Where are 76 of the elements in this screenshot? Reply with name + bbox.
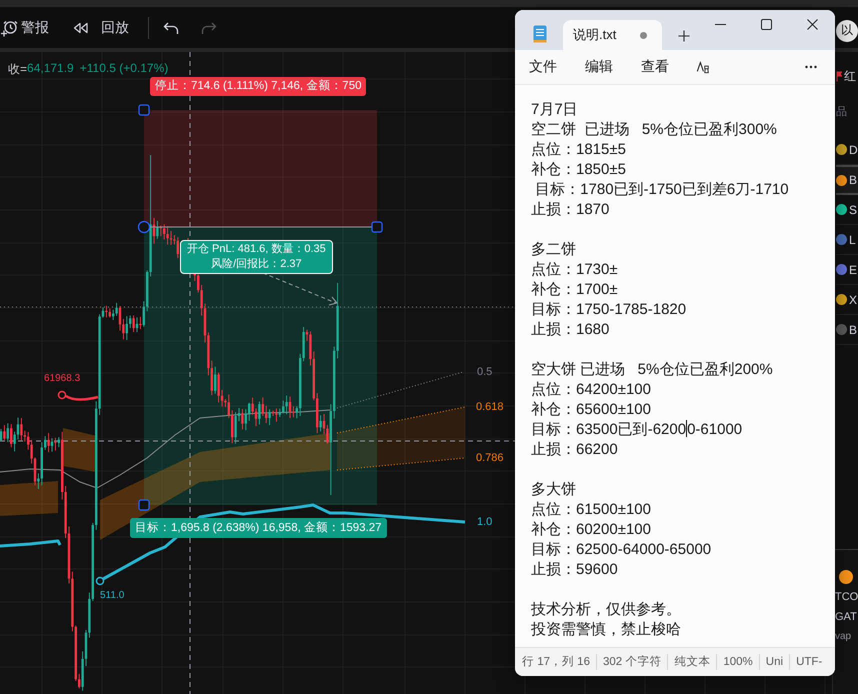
flag-icon [836,70,842,82]
legend-value: 64,171.9 [27,61,74,77]
close-icon [806,18,818,30]
watchlist-selector[interactable]: 红 [836,62,858,90]
redo-icon [201,20,217,34]
text-line: 点位：61500±100 [531,500,651,520]
text-line: 空大饼 已进场 5%仓位已盈利200% [531,360,773,380]
status-text: 纯文本 [667,654,716,670]
price-marker-label: 61968.3 [44,373,80,385]
status-text: 行 17，列 16 [521,654,591,670]
text-line: 止损：66200 [531,440,618,460]
legend-change: +110.5 (+0.17%) [80,61,168,77]
watchlist-row[interactable]: B [836,315,858,345]
price-marker-label: 511.0 [100,590,124,602]
undo-icon [163,20,179,34]
watchlist-row[interactable]: L [836,225,858,255]
take-profit-label: 目标：1,695.8 (2.638%) 16,958, 金额：1593.27 [130,518,387,538]
menu-item[interactable]: 编辑 [575,53,623,81]
document-tab[interactable]: 说明.txt [563,20,662,50]
position-info-label: 开仓 PnL: 481.6, 数量：0.35 风险/回报比：2.37 [180,240,333,274]
text-line: 止损：1870 [531,200,610,220]
alert-button[interactable]: 警报 [0,12,54,42]
text-line: 目标：1750-1785-1820 [531,300,686,320]
menu-item[interactable]: 查看 [631,53,679,81]
notepad-icon [533,25,547,43]
rewind-icon [73,20,89,34]
status-text: Uni [758,654,790,670]
symbol-text: GAT [835,610,857,624]
symbol-text: TCO [835,590,858,604]
text-line: 多二饼 [531,240,576,260]
fib-level-label: 0.786 [476,452,504,465]
font-format-icon [695,60,711,74]
text-line: 多大饼 [531,480,576,500]
marker-line [65,394,98,401]
maximize-icon [760,18,772,30]
fib-level-label: 0.5 [477,366,492,379]
resize-handle[interactable] [371,221,383,233]
alarm-clock-icon [0,18,18,36]
entry-handle[interactable] [138,220,150,234]
text-line: 目标：62500-64000-65000 [531,540,712,560]
fib-level-label: 0.618 [476,401,504,414]
text-line: 补仓：1850±5 [531,160,626,180]
text-line: 点位：64200±100 [531,380,651,400]
text-line: 补仓：1700± [531,280,618,300]
text-line: 技术分析，仅供参考。 [531,600,681,620]
legend-label: 收= [8,61,28,78]
coin-icon [839,570,853,584]
fib-level-label: 1.0 [477,516,492,529]
text-line: 目标：63500已到-62000-61000 [531,420,742,440]
plus-icon [678,30,690,42]
text-line: 空二饼 已进场 5%仓位已盈利300% [531,120,777,140]
resize-handle[interactable] [138,104,150,116]
column-header: 品 [836,105,848,120]
watchlist-row[interactable]: S [836,195,858,225]
profile-button[interactable]: 以 [836,20,858,42]
text-line: 点位：1730± [531,260,618,280]
text-line: 止损：59600 [531,560,618,580]
menu-item[interactable]: 文件 [519,53,567,81]
watchlist-row[interactable]: E [836,255,858,285]
resize-handle[interactable] [138,499,150,511]
stop-loss-label: 停止：714.6 (1.111%) 7,146, 金额：750 [150,77,366,96]
text-line: 投资需警慎，禁止梭哈 [531,620,681,640]
status-text: 302 个字符 [596,654,668,670]
text-line: 止损：1680 [531,320,610,340]
text-line: 点位：1815±5 [531,140,626,160]
watchlist-row[interactable]: X [836,285,858,315]
watchlist-row[interactable]: B [836,165,858,195]
exchange-text: vap [835,631,852,642]
text-line: 7月7日 [531,100,578,120]
text-line: 补仓：60200±100 [531,520,651,540]
text-line: 目标：1780已到-1750已到差6刀-1710 [534,180,789,200]
text-line: 补仓：65600±100 [531,400,651,420]
status-text: UTF- [789,654,828,670]
text-editor[interactable] [515,85,835,647]
replay-button[interactable]: 回放 [68,12,134,42]
status-text: 100% [716,654,759,670]
